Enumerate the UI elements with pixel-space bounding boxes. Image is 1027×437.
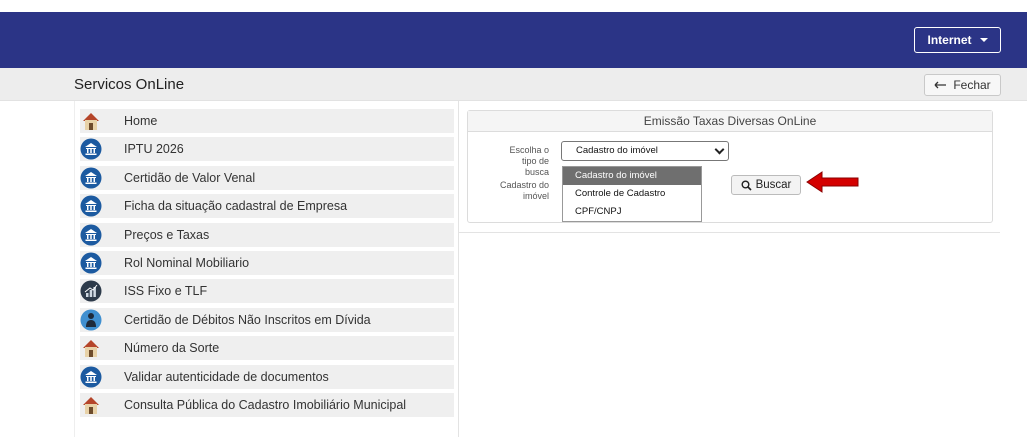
cadastro-label-line1: Cadastro do	[499, 180, 549, 190]
option-cadastro-imovel[interactable]: Cadastro do imóvel	[563, 167, 701, 185]
search-type-label: Escolha o tipo de busca	[497, 145, 549, 178]
house-icon	[83, 113, 99, 130]
internet-dropdown-button[interactable]: Internet	[914, 27, 1001, 53]
red-arrow-icon	[806, 171, 859, 193]
menu-item-rol-nominal[interactable]: Rol Nominal Mobiliario	[80, 250, 454, 275]
menu-label: Preços e Taxas	[124, 227, 210, 242]
bank-icon	[80, 366, 102, 388]
house-icon	[83, 340, 99, 358]
search-type-label-line1: Escolha o	[509, 145, 549, 155]
close-button[interactable]: Fechar	[924, 74, 1001, 96]
services-menu: Home IPTU 2026 Certidão de Valor Venal F…	[80, 109, 454, 421]
menu-label: Rol Nominal Mobiliario	[124, 255, 250, 270]
page-title: Servicos OnLine	[74, 76, 185, 93]
menu-label: IPTU 2026	[124, 142, 184, 157]
bank-icon	[80, 252, 102, 274]
menu-item-iptu[interactable]: IPTU 2026	[80, 137, 454, 162]
bank-icon	[80, 224, 102, 246]
search-type-select[interactable]: Cadastro do imóvel	[561, 141, 729, 161]
search-type-label-line2: tipo de busca	[521, 156, 549, 177]
search-icon	[741, 180, 752, 191]
menu-item-home[interactable]: Home	[80, 109, 454, 133]
divider	[459, 232, 1000, 233]
menu-label: Validar autenticidade de documentos	[124, 369, 329, 384]
menu-label: ISS Fixo e TLF	[124, 284, 208, 299]
chart-icon	[80, 280, 102, 302]
close-button-label: Fechar	[953, 78, 991, 92]
menu-item-consulta-cadastro[interactable]: Consulta Pública do Cadastro Imobiliário…	[80, 392, 454, 417]
menu-item-ficha-empresa[interactable]: Ficha da situação cadastral de Empresa	[80, 194, 454, 219]
top-header-bar	[0, 12, 1027, 68]
search-type-dropdown-list: Cadastro do imóvel Controle de Cadastro …	[562, 166, 702, 222]
cadastro-label-line2: imóvel	[522, 191, 549, 201]
menu-label: Número da Sorte	[124, 341, 220, 356]
bank-icon	[80, 167, 102, 189]
menu-label: Certidão de Débitos Não Inscritos em Dív…	[124, 312, 371, 327]
bank-icon	[80, 138, 102, 160]
menu-item-numero-sorte[interactable]: Número da Sorte	[80, 336, 454, 361]
option-controle-cadastro[interactable]: Controle de Cadastro	[563, 185, 701, 203]
subheader-bar: Servicos OnLine	[0, 68, 1027, 101]
house-icon	[83, 396, 99, 414]
bank-icon	[80, 195, 102, 217]
menu-item-certidao-valor-venal[interactable]: Certidão de Valor Venal	[80, 165, 454, 190]
option-cpf-cnpj[interactable]: CPF/CNPJ	[563, 203, 701, 221]
search-button[interactable]: Buscar	[731, 175, 801, 195]
menu-item-iss-fixo[interactable]: ISS Fixo e TLF	[80, 279, 454, 304]
menu-label: Ficha da situação cadastral de Empresa	[124, 199, 348, 214]
cadastro-label: Cadastro do imóvel	[490, 180, 549, 202]
search-button-label: Buscar	[755, 179, 792, 191]
menu-item-validar-documentos[interactable]: Validar autenticidade de documentos	[80, 364, 454, 389]
arrow-left-icon	[934, 81, 947, 89]
card-title: Emissão Taxas Diversas OnLine	[468, 111, 992, 132]
caret-down-icon	[979, 38, 988, 42]
menu-item-precos-taxas[interactable]: Preços e Taxas	[80, 222, 454, 247]
search-type-selected-value: Cadastro do imóvel	[576, 145, 658, 156]
menu-label: Consulta Pública do Cadastro Imobiliário…	[124, 397, 407, 412]
person-icon	[80, 309, 102, 331]
menu-label: Certidão de Valor Venal	[124, 170, 256, 185]
menu-item-certidao-debitos[interactable]: Certidão de Débitos Não Inscritos em Dív…	[80, 307, 454, 332]
chevron-down-icon	[714, 144, 725, 155]
internet-label: Internet	[927, 33, 972, 47]
menu-label: Home	[124, 114, 158, 128]
